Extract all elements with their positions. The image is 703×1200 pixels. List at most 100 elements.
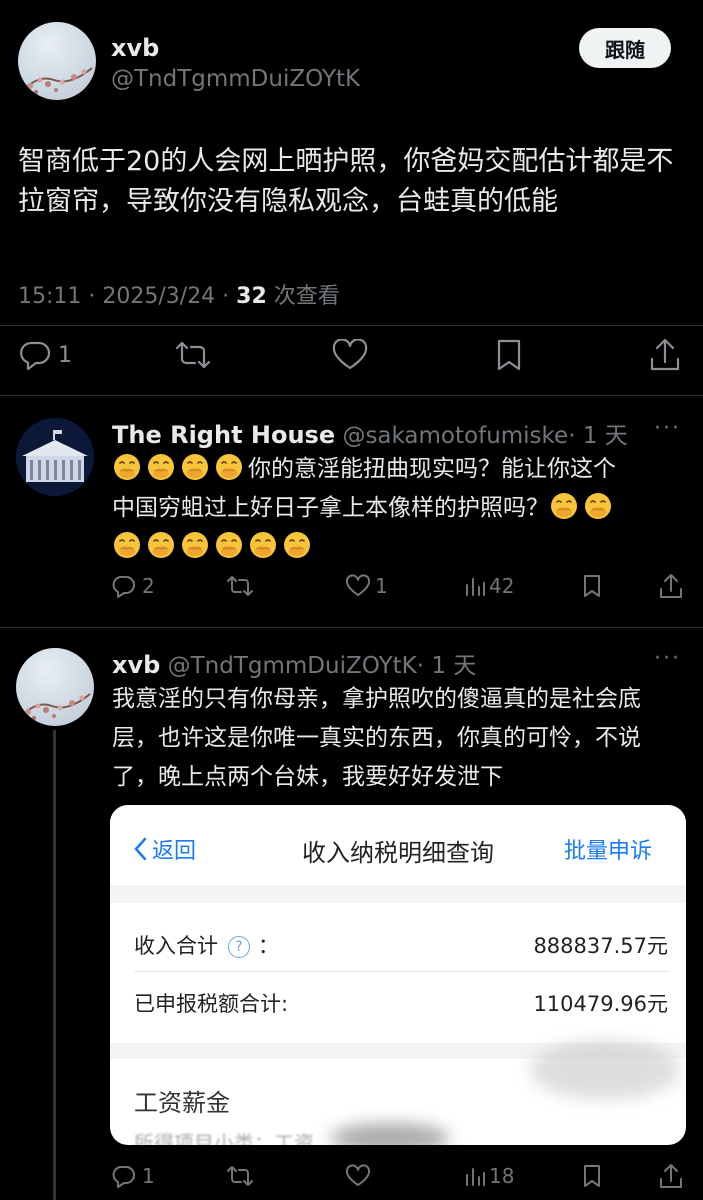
share-button[interactable]	[658, 1162, 684, 1190]
blur-redaction	[530, 1040, 680, 1100]
emoji	[549, 493, 583, 521]
post-timestamp[interactable]: 15:11 · 2025/3/24 ·	[18, 284, 236, 309]
like-count: 1	[375, 574, 388, 598]
reply-text: 你的意淫能扭曲现实吗？能让你这个 中国穷蛆过上好日子拿上本像样的护照吗？	[112, 450, 687, 567]
income-colon: ：	[258, 934, 279, 958]
emoji	[146, 532, 180, 560]
separator	[134, 971, 668, 972]
tax-value: 110479.96元	[533, 992, 668, 1016]
reply-author-name[interactable]: xvb	[112, 651, 160, 679]
share-button[interactable]	[648, 337, 682, 373]
reply-count: 1	[58, 342, 72, 368]
income-label: 收入合计	[134, 934, 218, 958]
reply-icon	[112, 576, 135, 598]
views-button[interactable]: 42	[464, 574, 514, 598]
reply-author-handle[interactable]: @sakamotofumiske	[342, 423, 568, 449]
views-icon	[466, 1168, 485, 1186]
views-label: 次查看	[266, 284, 340, 309]
views-icon	[466, 578, 485, 596]
emoji	[248, 532, 282, 560]
section-sub-label: 所得项目小类：工资	[134, 1131, 314, 1145]
like-button[interactable]	[331, 339, 369, 371]
share-icon	[650, 338, 680, 371]
tax-label: 已申报税额合计:	[134, 992, 289, 1016]
author-name[interactable]: xvb	[111, 34, 159, 62]
share-icon	[660, 574, 682, 598]
tax-row: 已申报税额合计: 110479.96元	[134, 988, 668, 1018]
receipt-nav: 返回 收入纳税明细查询 批量申诉	[110, 805, 686, 885]
reply-button[interactable]: 1	[110, 1164, 155, 1188]
divider	[0, 627, 703, 628]
income-value: 888837.57元	[533, 934, 668, 958]
thread-line	[53, 730, 56, 1200]
emoji	[146, 454, 180, 482]
income-row: 收入合计? ： 888837.57元	[134, 930, 668, 960]
share-button[interactable]	[658, 572, 684, 600]
like-icon	[345, 574, 371, 596]
retweet-icon	[175, 341, 211, 369]
reply-count: 2	[142, 574, 155, 598]
reply-author-handle[interactable]: @TndTgmmDuiZOYtK	[168, 653, 417, 679]
reply-button[interactable]: 1	[18, 339, 72, 371]
reply-icon	[112, 1166, 135, 1188]
reply-avatar[interactable]	[16, 418, 94, 496]
more-icon[interactable]: ···	[654, 416, 681, 441]
emoji	[180, 454, 214, 482]
emoji	[583, 493, 617, 521]
bookmark-icon	[584, 1165, 600, 1187]
post-meta: 15:11 · 2025/3/24 · 32 次查看	[18, 278, 340, 310]
bulk-appeal-button[interactable]: 批量申诉	[564, 833, 652, 865]
bookmark-button[interactable]	[494, 338, 524, 372]
divider	[0, 395, 703, 396]
reply-line: 你的意淫能扭曲现实吗？能让你这个	[112, 450, 687, 489]
view-count: 42	[489, 574, 515, 598]
blur-redaction	[330, 1123, 450, 1145]
reply-author-name[interactable]: The Right House	[112, 421, 335, 449]
reply-text: 我意淫的只有你母亲，拿护照吹的傻逼真的是社会底层，也许这是你唯一真实的东西，你真…	[112, 686, 641, 790]
like-button[interactable]	[344, 1164, 372, 1188]
emoji	[112, 532, 146, 560]
spacer	[110, 885, 686, 903]
bookmark-button[interactable]	[581, 573, 603, 599]
retweet-button[interactable]	[226, 574, 254, 598]
attached-image[interactable]: 返回 收入纳税明细查询 批量申诉 收入合计? ： 888837.57元 已申报税额…	[110, 805, 686, 1145]
author-avatar[interactable]	[18, 22, 96, 100]
author-handle[interactable]: @TndTgmmDuiZOYtK	[111, 66, 360, 92]
section-title: 工资薪金	[134, 1089, 230, 1117]
like-icon	[345, 1164, 371, 1186]
post-text: 智商低于20的人会网上晒护照，你爸妈交配估计都是不拉窗帘，导致你没有隐私观念，台…	[18, 146, 674, 217]
bookmark-icon	[584, 575, 600, 597]
reply-avatar[interactable]	[16, 648, 94, 726]
bookmark-icon	[497, 339, 521, 371]
views-count: 32	[236, 284, 267, 309]
retweet-icon	[227, 576, 253, 596]
emoji	[214, 532, 248, 560]
more-icon[interactable]: ···	[654, 646, 681, 671]
reply-icon	[20, 341, 51, 371]
like-button[interactable]: 1	[344, 574, 388, 598]
emoji	[282, 532, 316, 560]
divider	[0, 325, 703, 326]
share-icon	[660, 1164, 682, 1188]
reply-text-line2: 中国穷蛆过上好日子拿上本像样的护照吗？	[112, 495, 549, 521]
retweet-button[interactable]	[226, 1164, 254, 1188]
reply-button[interactable]: 2	[110, 574, 155, 598]
emoji	[112, 454, 146, 482]
view-count: 18	[489, 1164, 515, 1188]
reply-line: 中国穷蛆过上好日子拿上本像样的护照吗？	[112, 489, 687, 528]
reply-count: 1	[142, 1164, 155, 1188]
emoji	[180, 532, 214, 560]
reply-age[interactable]: · 1 天	[417, 653, 477, 679]
like-icon	[332, 339, 368, 370]
reply-header: xvb @TndTgmmDuiZOYtK· 1 天	[112, 646, 476, 680]
reply-age[interactable]: · 1 天	[568, 423, 628, 449]
reply-line	[112, 528, 687, 567]
emoji	[214, 454, 248, 482]
follow-button[interactable]: 跟随	[579, 28, 671, 68]
views-button[interactable]: 18	[464, 1164, 514, 1188]
reply-text-line1: 你的意淫能扭曲现实吗？能让你这个	[248, 456, 616, 482]
help-icon[interactable]: ?	[228, 936, 250, 958]
bookmark-button[interactable]	[581, 1163, 603, 1189]
reply-header: The Right House @sakamotofumiske· 1 天	[112, 416, 628, 450]
retweet-button[interactable]	[174, 339, 212, 371]
